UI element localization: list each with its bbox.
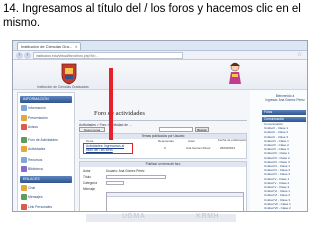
- url-field[interactable]: institucion.edu/virtual/foros/foro.php?i…: [33, 52, 183, 59]
- library-icon: [21, 166, 27, 172]
- right-panel: Bienvenido a Ingresar: Ana Gómez Pérez F…: [250, 90, 307, 211]
- profile-links: Bienvenido a Ingresar: Ana Gómez Pérez: [264, 94, 306, 102]
- institution-name: Institución de Ciencias Graduadas: [37, 85, 89, 89]
- label-author: Autor: [83, 169, 91, 173]
- column-header-date: Fecha de publicación: [218, 138, 247, 142]
- menu-link-informacion[interactable]: Información: [28, 106, 46, 110]
- topic-date: 26/03/2013: [220, 146, 236, 150]
- left-menu: INFORMACIÓN Información Presentación Avi…: [17, 92, 75, 211]
- title-divider: [79, 120, 247, 121]
- topic-author: Ana Gómez Pérez: [186, 146, 211, 150]
- topic-replies: 0: [164, 146, 166, 150]
- red-pointer-line: [109, 68, 113, 140]
- menu-link-mensajes[interactable]: Mensajes: [28, 195, 43, 199]
- menu-link-actividades[interactable]: Actividades: [28, 147, 45, 151]
- footer-brand-right: KRMH: [196, 213, 219, 220]
- unit-class-link[interactable]: Unidad VII - Clase 2: [264, 206, 291, 210]
- notice-icon: [21, 124, 27, 130]
- menu-link-foro[interactable]: Foro de Actividades: [28, 138, 58, 142]
- page-title: Foro de actividades: [94, 110, 145, 117]
- close-icon[interactable]: ×: [75, 44, 77, 49]
- message-editor[interactable]: [106, 192, 244, 211]
- presentation-icon: [21, 115, 27, 121]
- menu-link-presentacion[interactable]: Presentación: [28, 116, 48, 120]
- tab-title: Institución de Ciencias Gra...: [21, 44, 73, 49]
- browser-screenshot: Institución de Ciencias Gra... × ‹ › inst…: [12, 40, 308, 212]
- resources-icon: [21, 157, 27, 163]
- search-input[interactable]: [159, 127, 193, 132]
- label-message: Mensaje: [83, 187, 96, 191]
- menu-link-personales[interactable]: Link Personales: [28, 205, 52, 209]
- info-icon: [21, 105, 27, 111]
- menu-link-biblioteca[interactable]: Biblioteca: [28, 167, 43, 171]
- search-button[interactable]: Buscar: [195, 127, 209, 132]
- forward-arrow-icon[interactable]: ›: [24, 52, 31, 59]
- forums-heading[interactable]: Foros: [262, 110, 306, 115]
- author-value: Usuario: Ana Gómez Pérez: [106, 169, 145, 173]
- mail-icon: [21, 194, 27, 200]
- new-post-form: Publicar un tema de foro Autor Usuario: …: [79, 161, 247, 211]
- topics-table: Temas publicados por Usuario Tema Respue…: [79, 133, 247, 159]
- column-header-replies: Respuestas: [158, 139, 174, 143]
- column-header-author: Autor: [188, 139, 196, 143]
- form-heading: Publicar un tema de foro: [80, 162, 246, 167]
- label-category: Categoría: [83, 181, 97, 185]
- forum-main-content: Foro de actividades Actividades > Foro >…: [79, 90, 247, 211]
- menu-link-recursos[interactable]: Recursos: [28, 158, 42, 162]
- highlight-box: [83, 143, 133, 154]
- label-title: Título: [83, 175, 91, 179]
- instruction-caption: 14. Ingresamos al título del / los foros…: [3, 3, 301, 29]
- forum-icon: [21, 137, 27, 143]
- institution-logo-icon: [61, 63, 77, 85]
- slide-footer: UGMA KRMH: [0, 212, 320, 240]
- activity-icon: [21, 146, 27, 152]
- title-input[interactable]: [106, 175, 166, 179]
- browser-tab-bar: Institución de Ciencias Gra... ×: [13, 41, 307, 51]
- category-select[interactable]: [106, 181, 124, 185]
- menu-link-avisos[interactable]: Avisos: [28, 125, 38, 129]
- login-link[interactable]: Ingresar: Ana Gómez Pérez: [264, 98, 306, 102]
- browser-tab[interactable]: Institución de Ciencias Gra... ×: [17, 42, 82, 50]
- site-banner: Institución de Ciencias Graduadas: [13, 60, 307, 90]
- footer-brand-left: UGMA: [122, 213, 146, 220]
- link-icon: [21, 204, 27, 210]
- mascot-doll-icon: [229, 62, 241, 84]
- address-bar: ‹ › institucion.edu/virtual/foros/foro.p…: [13, 51, 307, 60]
- back-arrow-icon[interactable]: ‹: [16, 52, 23, 59]
- menu-section-informacion[interactable]: INFORMACIÓN: [20, 96, 72, 103]
- new-topic-button[interactable]: Nuevo tema: [79, 127, 105, 132]
- menu-link-chat[interactable]: Chat: [28, 186, 35, 190]
- chat-icon: [21, 185, 27, 191]
- editor-toolbar[interactable]: [107, 193, 243, 197]
- star-icon[interactable]: ☆: [297, 52, 302, 59]
- menu-section-enlaces[interactable]: ENLACES: [20, 176, 72, 183]
